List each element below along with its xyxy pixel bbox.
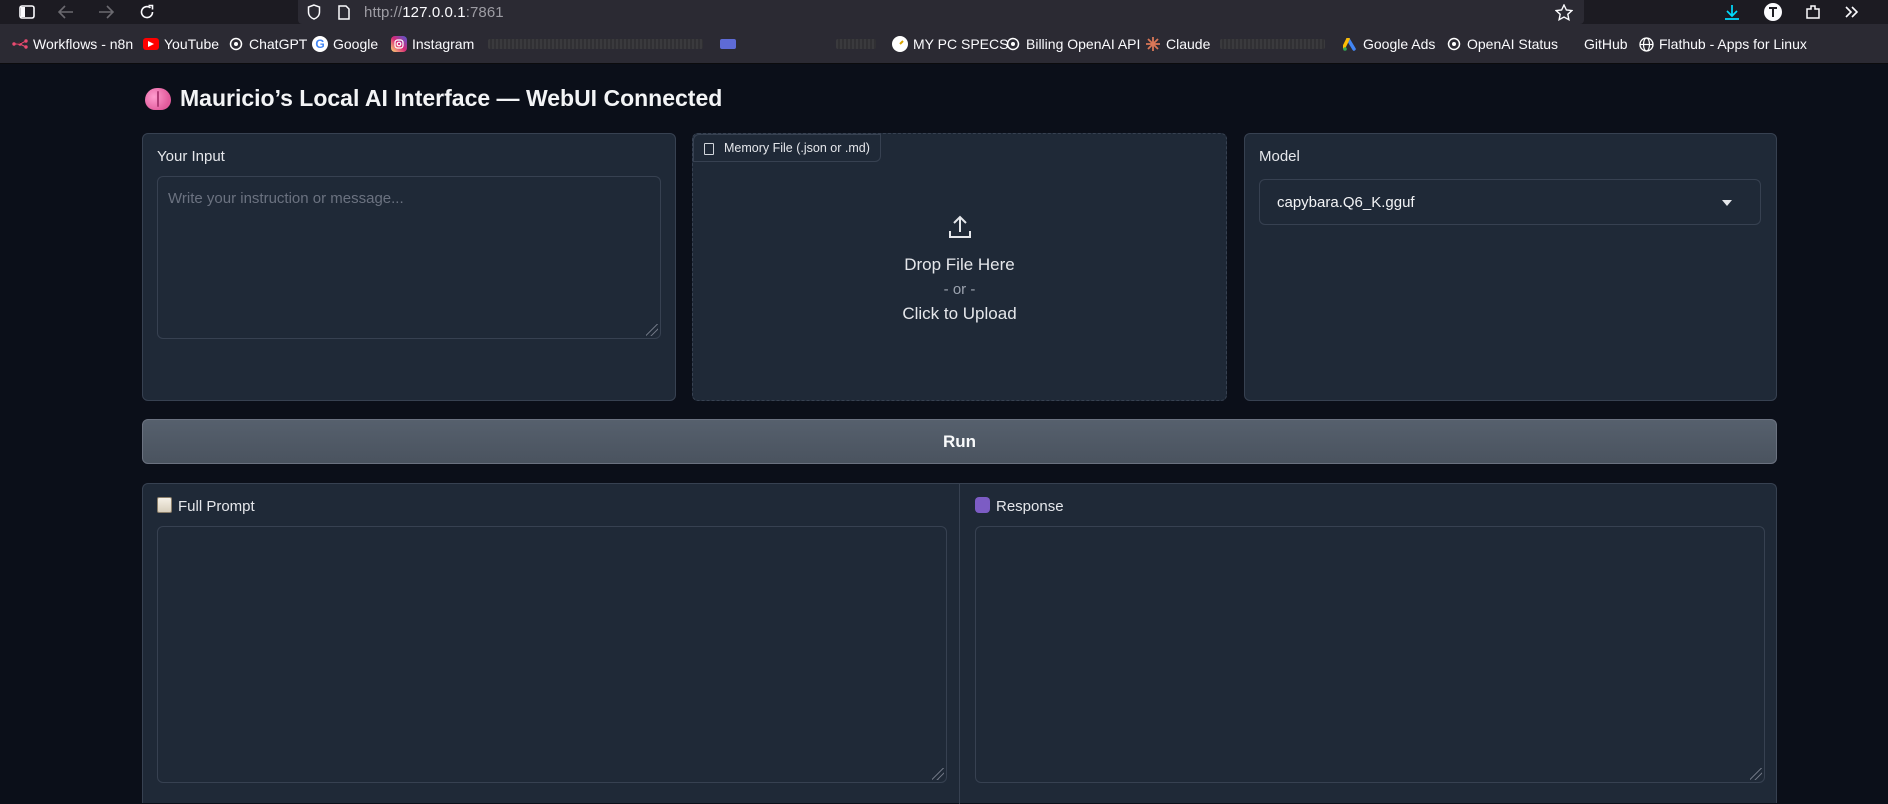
gauge-icon	[892, 36, 908, 52]
model-dropdown[interactable]: capybara.Q6_K.gguf	[1259, 179, 1761, 225]
upload-icon	[693, 214, 1226, 245]
bookmark-my-pc-specs[interactable]: MY PC SPECS	[892, 35, 1008, 53]
input-textarea[interactable]: Write your instruction or message...	[157, 176, 661, 339]
github-icon	[1563, 36, 1579, 52]
redacted-bookmark	[836, 39, 876, 49]
url-text[interactable]: http://127.0.0.1:7861	[364, 4, 504, 21]
output-panel: Full Prompt Response	[142, 483, 1777, 804]
response-textarea[interactable]	[975, 526, 1765, 783]
account-avatar-icon[interactable]	[1763, 2, 1783, 22]
resize-handle[interactable]	[932, 768, 944, 780]
openai-icon	[228, 36, 244, 52]
extensions-icon[interactable]	[1803, 2, 1823, 22]
or-text: - or -	[943, 281, 976, 298]
browser-toolbar: http://127.0.0.1:7861	[0, 0, 1888, 24]
bookmark-n8n[interactable]: Workflows - n8n	[12, 35, 133, 53]
bookmark-claude[interactable]: Claude	[1145, 35, 1210, 53]
response-label: Response	[975, 497, 1064, 515]
chevron-down-icon[interactable]	[1722, 200, 1732, 206]
redacted-bookmark	[1220, 39, 1325, 49]
google-ads-icon	[1342, 36, 1358, 52]
input-panel: Your Input Write your instruction or mes…	[142, 133, 676, 401]
google-icon: G	[312, 36, 328, 52]
full-prompt-textarea[interactable]	[157, 526, 947, 783]
overflow-menu-icon[interactable]	[1842, 2, 1862, 22]
bookmark-youtube[interactable]: YouTube	[143, 35, 219, 53]
bookmark-billing-openai[interactable]: Billing OpenAI API	[1005, 35, 1140, 53]
output-divider	[959, 484, 960, 804]
model-label: Model	[1259, 148, 1300, 165]
bookmark-openai-status[interactable]: OpenAI Status	[1446, 35, 1558, 53]
file-icon	[704, 143, 714, 155]
page-info-icon[interactable]	[334, 2, 354, 22]
openai-icon	[1446, 36, 1462, 52]
back-icon[interactable]	[56, 2, 76, 22]
claude-icon	[1145, 36, 1161, 52]
sidebar-toggle-icon[interactable]	[17, 2, 37, 22]
youtube-icon	[143, 38, 159, 50]
drop-file-text: Drop File Here	[904, 255, 1015, 274]
globe-icon	[1638, 36, 1654, 52]
openai-icon	[1005, 36, 1021, 52]
scroll-icon	[157, 497, 172, 513]
bookmark-instagram[interactable]: Instagram	[391, 35, 474, 53]
bookmarks-bar: Workflows - n8n YouTube ChatGPT G Google…	[0, 24, 1888, 64]
instagram-icon	[391, 36, 407, 52]
download-icon[interactable]	[1722, 2, 1742, 22]
run-button[interactable]: Run	[142, 419, 1777, 464]
forward-icon[interactable]	[96, 2, 116, 22]
resize-handle[interactable]	[1750, 768, 1762, 780]
bookmark-google[interactable]: G Google	[312, 35, 378, 53]
bookmark-flathub[interactable]: Flathub - Apps for Linux	[1638, 35, 1807, 53]
url-bar[interactable]: http://127.0.0.1:7861	[298, 0, 1584, 24]
bookmark-google-ads[interactable]: Google Ads	[1342, 35, 1435, 53]
input-label: Your Input	[157, 148, 225, 165]
bookmark-chatgpt[interactable]: ChatGPT	[228, 35, 307, 53]
n8n-icon	[12, 36, 28, 52]
resize-handle[interactable]	[646, 324, 658, 336]
memory-file-dropzone[interactable]: Memory File (.json or .md) Drop File Her…	[692, 133, 1227, 401]
brain-icon	[145, 87, 171, 110]
bookmark-github[interactable]: GitHub	[1563, 35, 1628, 53]
redacted-bookmarks	[488, 39, 703, 49]
shield-icon[interactable]	[304, 2, 324, 22]
redacted-bookmark-icon	[720, 39, 736, 49]
bookmark-star-icon[interactable]	[1554, 2, 1574, 22]
reload-icon[interactable]	[137, 2, 157, 22]
page-title: Mauricio’s Local AI Interface — WebUI Co…	[145, 85, 722, 112]
upload-prompt[interactable]: Drop File Here - or - Click to Upload	[693, 214, 1226, 324]
robot-icon	[975, 497, 990, 513]
click-to-upload-text: Click to Upload	[902, 304, 1017, 323]
memory-file-label: Memory File (.json or .md)	[693, 134, 881, 162]
app-root: Mauricio’s Local AI Interface — WebUI Co…	[0, 65, 1888, 804]
model-panel: Model capybara.Q6_K.gguf	[1244, 133, 1777, 401]
full-prompt-label: Full Prompt	[157, 497, 255, 515]
